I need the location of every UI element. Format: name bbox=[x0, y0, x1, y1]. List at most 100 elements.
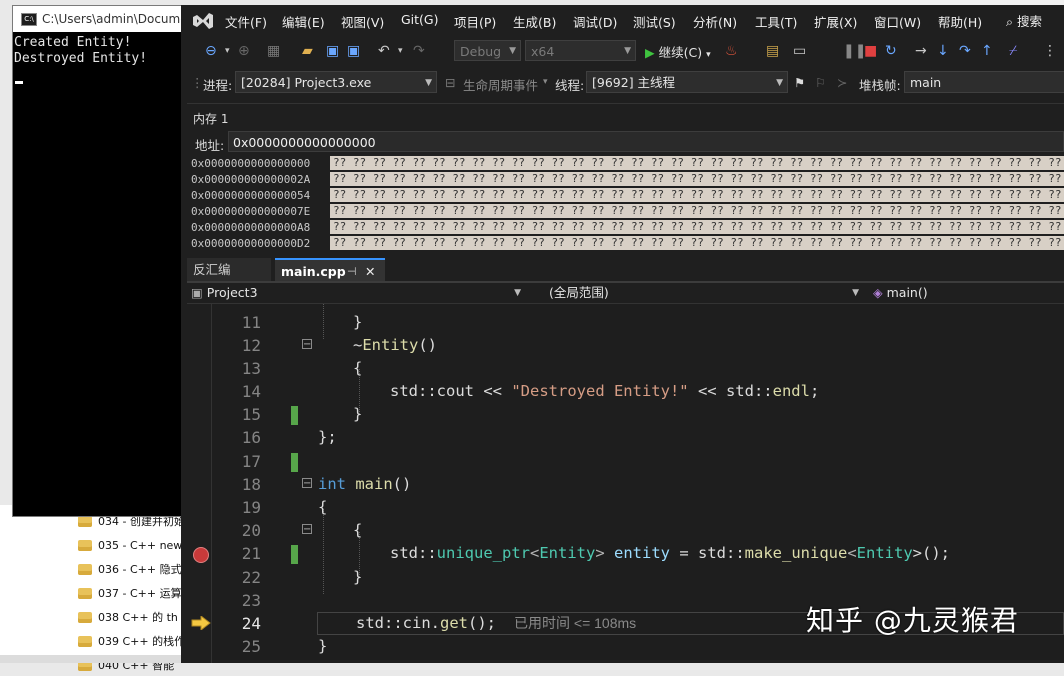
explorer-item[interactable]: 036 - C++ 隐式 bbox=[78, 558, 182, 580]
hot-reload-icon[interactable]: ♨ bbox=[725, 42, 738, 60]
stack-frame-dropdown[interactable]: main bbox=[904, 71, 1064, 93]
platform-dropdown[interactable]: x64 ▼ bbox=[525, 40, 636, 61]
show-next-statement-icon[interactable]: → bbox=[915, 42, 927, 60]
step-over-icon[interactable]: ↷ bbox=[959, 42, 971, 60]
flag-thread-icon[interactable]: ⚑ bbox=[794, 75, 805, 90]
project-dropdown[interactable]: ▣ Project3 ▼ bbox=[191, 284, 521, 302]
step-into-icon[interactable]: ↓ bbox=[937, 42, 949, 60]
tab-disassembly[interactable]: 反汇编 bbox=[187, 258, 271, 281]
play-icon: ▶ bbox=[645, 45, 655, 60]
menu-file[interactable]: 文件(F) bbox=[225, 12, 267, 31]
line-number: 18 bbox=[241, 475, 261, 494]
search-box[interactable]: ⌕ 搜索 bbox=[1006, 11, 1042, 30]
chevron-down-icon[interactable]: ▾ bbox=[225, 42, 230, 60]
stack-frame-label: 堆栈帧: bbox=[859, 78, 901, 93]
explorer-item[interactable]: 037 - C++ 运算 bbox=[78, 582, 182, 604]
execution-pointer-icon[interactable] bbox=[191, 616, 211, 630]
thread-dropdown[interactable]: [9692] 主线程 ▼ bbox=[586, 71, 788, 93]
chevron-down-icon: ▼ bbox=[624, 46, 631, 56]
line-number: 13 bbox=[241, 359, 261, 378]
code-string: "Destroyed Entity!" bbox=[511, 382, 689, 400]
code-keyword: int bbox=[318, 475, 346, 493]
menu-window[interactable]: 窗口(W) bbox=[874, 12, 921, 31]
toolbar-options-icon[interactable]: ⋮ bbox=[1043, 42, 1057, 60]
chevron-down-icon: ▼ bbox=[776, 78, 783, 88]
continue-button[interactable]: ▶ 继续(C) ▾ bbox=[645, 42, 711, 61]
code-text: () bbox=[392, 475, 412, 493]
scope-dropdown[interactable]: (全局范围) ▼ bbox=[549, 284, 859, 302]
line-number: 11 bbox=[241, 313, 261, 332]
memory-row-bytes[interactable]: ?? ?? ?? ?? ?? ?? ?? ?? ?? ?? ?? ?? ?? ?… bbox=[330, 172, 1064, 186]
explorer-item[interactable]: 038 C++ 的 th bbox=[78, 606, 178, 628]
process-dropdown[interactable]: [20284] Project3.exe ▼ bbox=[235, 71, 437, 93]
navigate-back-icon[interactable]: ⊖ bbox=[205, 42, 217, 60]
menu-build[interactable]: 生成(B) bbox=[513, 12, 556, 31]
memory-row-bytes[interactable]: ?? ?? ?? ?? ?? ?? ?? ?? ?? ?? ?? ?? ?? ?… bbox=[330, 188, 1064, 202]
line-number: 16 bbox=[241, 428, 261, 447]
flag-all-icon[interactable]: ⚐ bbox=[815, 75, 826, 90]
redo-icon[interactable]: ↷ bbox=[413, 42, 425, 60]
save-all-icon[interactable]: ▣ bbox=[347, 42, 360, 60]
menu-help[interactable]: 帮助(H) bbox=[938, 12, 982, 31]
console-output-line: Destroyed Entity! bbox=[14, 51, 148, 66]
memory-row-address: 0x000000000000007E bbox=[191, 205, 311, 218]
memory-row-bytes[interactable]: ?? ?? ?? ?? ?? ?? ?? ?? ?? ?? ?? ?? ?? ?… bbox=[330, 204, 1064, 218]
break-all-icon[interactable]: ❚❚ bbox=[843, 42, 866, 60]
show-threads-icon[interactable]: ≻ bbox=[837, 75, 847, 90]
menu-debug[interactable]: 调试(D) bbox=[573, 12, 617, 31]
lifecycle-events-button[interactable]: 生命周期事件 bbox=[463, 75, 538, 94]
navigate-forward-icon[interactable]: ⊕ bbox=[238, 42, 250, 60]
chevron-down-icon[interactable]: ▾ bbox=[543, 77, 548, 87]
breakpoint-icon[interactable] bbox=[193, 547, 209, 563]
menu-tools[interactable]: 工具(T) bbox=[755, 12, 797, 31]
memory-row-bytes[interactable]: ?? ?? ?? ?? ?? ?? ?? ?? ?? ?? ?? ?? ?? ?… bbox=[330, 156, 1064, 170]
diagnostic-tools-icon[interactable]: ⌿ bbox=[1009, 42, 1017, 60]
collapse-toggle-icon[interactable]: − bbox=[302, 478, 312, 489]
code-text: >(); bbox=[912, 544, 950, 562]
code-text: make_unique bbox=[744, 544, 848, 562]
menu-edit[interactable]: 编辑(E) bbox=[282, 12, 325, 31]
process-label: 进程: bbox=[203, 78, 233, 93]
line-number: 20 bbox=[241, 521, 261, 540]
configuration-dropdown[interactable]: Debug ▼ bbox=[454, 40, 521, 61]
folder-icon bbox=[78, 587, 92, 599]
collapse-toggle-icon[interactable]: − bbox=[302, 524, 312, 535]
new-item-icon[interactable]: ▦ bbox=[267, 42, 280, 60]
chevron-down-icon[interactable]: ▾ bbox=[398, 42, 403, 60]
pin-tab-icon[interactable]: ⊣ bbox=[347, 260, 357, 283]
menu-bar: 文件(F) 编辑(E) 视图(V) Git(G) 项目(P) 生成(B) 调试(… bbox=[181, 5, 1064, 35]
undo-icon[interactable]: ↶ bbox=[378, 42, 390, 60]
memory-row-bytes[interactable]: ?? ?? ?? ?? ?? ?? ?? ?? ?? ?? ?? ?? ?? ?… bbox=[330, 220, 1064, 234]
tab-main-cpp[interactable]: main.cpp ⊣ ✕ bbox=[275, 258, 385, 281]
save-icon[interactable]: ▣ bbox=[326, 42, 339, 60]
open-file-icon[interactable]: ▰ bbox=[302, 42, 313, 60]
restart-icon[interactable]: ↻ bbox=[885, 42, 897, 60]
memory-window-title: 内存 1 bbox=[193, 112, 229, 126]
member-dropdown[interactable]: ◈ main() bbox=[873, 284, 1063, 302]
step-out-icon[interactable]: ↑ bbox=[981, 42, 993, 60]
menu-extensions[interactable]: 扩展(X) bbox=[814, 12, 857, 31]
menu-git[interactable]: Git(G) bbox=[401, 12, 439, 27]
process-explorer-icon[interactable]: ▤ bbox=[766, 42, 779, 60]
console-window[interactable]: C:\ C:\Users\admin\Docume Created Entity… bbox=[12, 5, 189, 517]
window-layout-icon[interactable]: ▭ bbox=[793, 42, 806, 60]
memory-row: 0x00000000000000A8 ?? ?? ?? ?? ?? ?? ?? … bbox=[191, 220, 1064, 235]
menu-analyze[interactable]: 分析(N) bbox=[693, 12, 737, 31]
menu-view[interactable]: 视图(V) bbox=[341, 12, 384, 31]
memory-row-bytes[interactable]: ?? ?? ?? ?? ?? ?? ?? ?? ?? ?? ?? ?? ?? ?… bbox=[330, 236, 1064, 250]
menu-project[interactable]: 项目(P) bbox=[454, 12, 496, 31]
explorer-item[interactable]: 035 - C++ new bbox=[78, 534, 182, 556]
collapse-toggle-icon[interactable]: − bbox=[302, 339, 312, 350]
line-number: 14 bbox=[241, 382, 261, 401]
perf-tip-elapsed-time[interactable]: 已用时间 <= 108ms bbox=[514, 612, 636, 635]
close-tab-icon[interactable]: ✕ bbox=[365, 260, 375, 283]
address-input[interactable]: 0x0000000000000000 bbox=[228, 131, 1064, 152]
code-line: 16 }; bbox=[187, 426, 1064, 449]
lifecycle-events-icon[interactable]: ⊟ bbox=[445, 75, 455, 90]
console-titlebar[interactable]: C:\ C:\Users\admin\Docume bbox=[13, 6, 188, 32]
explorer-item[interactable]: 039 C++ 的栈作 bbox=[78, 630, 185, 652]
menu-test[interactable]: 测试(S) bbox=[633, 12, 676, 31]
method-icon: ◈ bbox=[873, 285, 883, 300]
stop-debugging-icon[interactable]: ■ bbox=[864, 42, 877, 60]
memory-row: 0x00000000000000D2 ?? ?? ?? ?? ?? ?? ?? … bbox=[191, 236, 1064, 251]
